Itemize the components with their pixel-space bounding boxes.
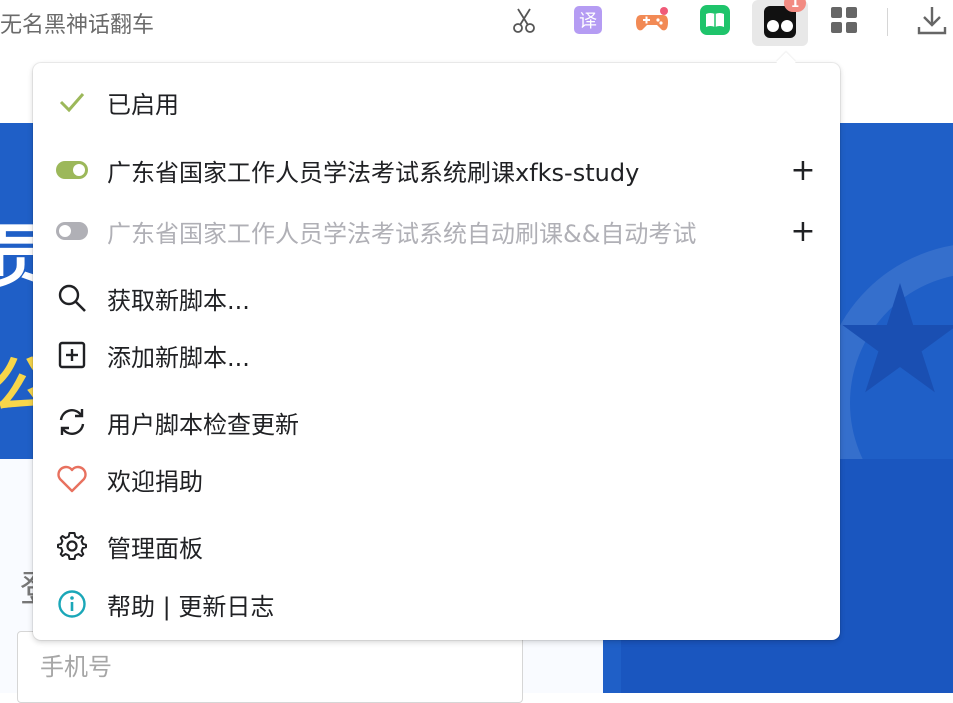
apps-grid-icon[interactable] [827, 3, 861, 37]
menu-item-label: 欢迎捐助 [107, 467, 203, 496]
menu-item-add-new-script[interactable]: 添加新脚本... [33, 332, 840, 378]
add-box-icon [55, 338, 89, 372]
toggle-off-icon[interactable] [55, 214, 89, 248]
gear-icon [55, 529, 89, 563]
enabled-label: 已启用 [107, 90, 179, 119]
menu-item-label: 获取新脚本... [107, 286, 250, 315]
check-icon [55, 85, 89, 119]
tampermonkey-popup: 已启用 广东省国家工作人员学法考试系统刷课xfks-study + 广东省国家工… [33, 52, 840, 640]
menu-item-get-new-script[interactable]: 获取新脚本... [33, 275, 840, 321]
script-item-auto-exam[interactable]: 广东省国家工作人员学法考试系统自动刷课&&自动考试 + [33, 208, 840, 254]
toolbar-divider [887, 8, 888, 36]
heart-icon [55, 462, 89, 496]
enabled-toggle[interactable]: 已启用 [33, 79, 840, 125]
menu-item-label: 用户脚本检查更新 [107, 410, 299, 439]
download-icon[interactable] [915, 3, 949, 37]
translate-glyph: 译 [574, 6, 602, 34]
phone-input[interactable] [17, 631, 523, 703]
menu-item-dashboard[interactable]: 管理面板 [33, 523, 840, 569]
info-icon [55, 587, 89, 621]
script-label: 广东省国家工作人员学法考试系统自动刷课&&自动考试 [107, 219, 697, 248]
menu-item-check-updates[interactable]: 用户脚本检查更新 [33, 399, 840, 445]
script-item-xfks-study[interactable]: 广东省国家工作人员学法考试系统刷课xfks-study + [33, 147, 840, 193]
menu-item-donate[interactable]: 欢迎捐助 [33, 456, 840, 502]
book-icon[interactable] [698, 3, 732, 37]
game-icon[interactable] [635, 3, 669, 37]
script-label: 广东省国家工作人员学法考试系统刷课xfks-study [107, 158, 640, 187]
menu-item-label: 帮助 | 更新日志 [107, 592, 275, 621]
refresh-icon [55, 405, 89, 439]
menu-item-label: 管理面板 [107, 534, 203, 563]
search-icon [55, 281, 89, 315]
plus-icon[interactable]: + [788, 214, 818, 249]
toggle-on-icon[interactable] [55, 153, 89, 187]
menu-item-help-changelog[interactable]: 帮助 | 更新日志 [33, 581, 840, 627]
tab-title[interactable]: 无名黑神话翻车 [0, 7, 154, 39]
menu-item-label: 添加新脚本... [107, 343, 250, 372]
scissors-icon[interactable] [507, 3, 541, 37]
translate-icon[interactable]: 译 [571, 3, 605, 37]
browser-toolbar: 无名黑神话翻车 译 1 [0, 0, 953, 46]
plus-icon[interactable]: + [788, 153, 818, 188]
